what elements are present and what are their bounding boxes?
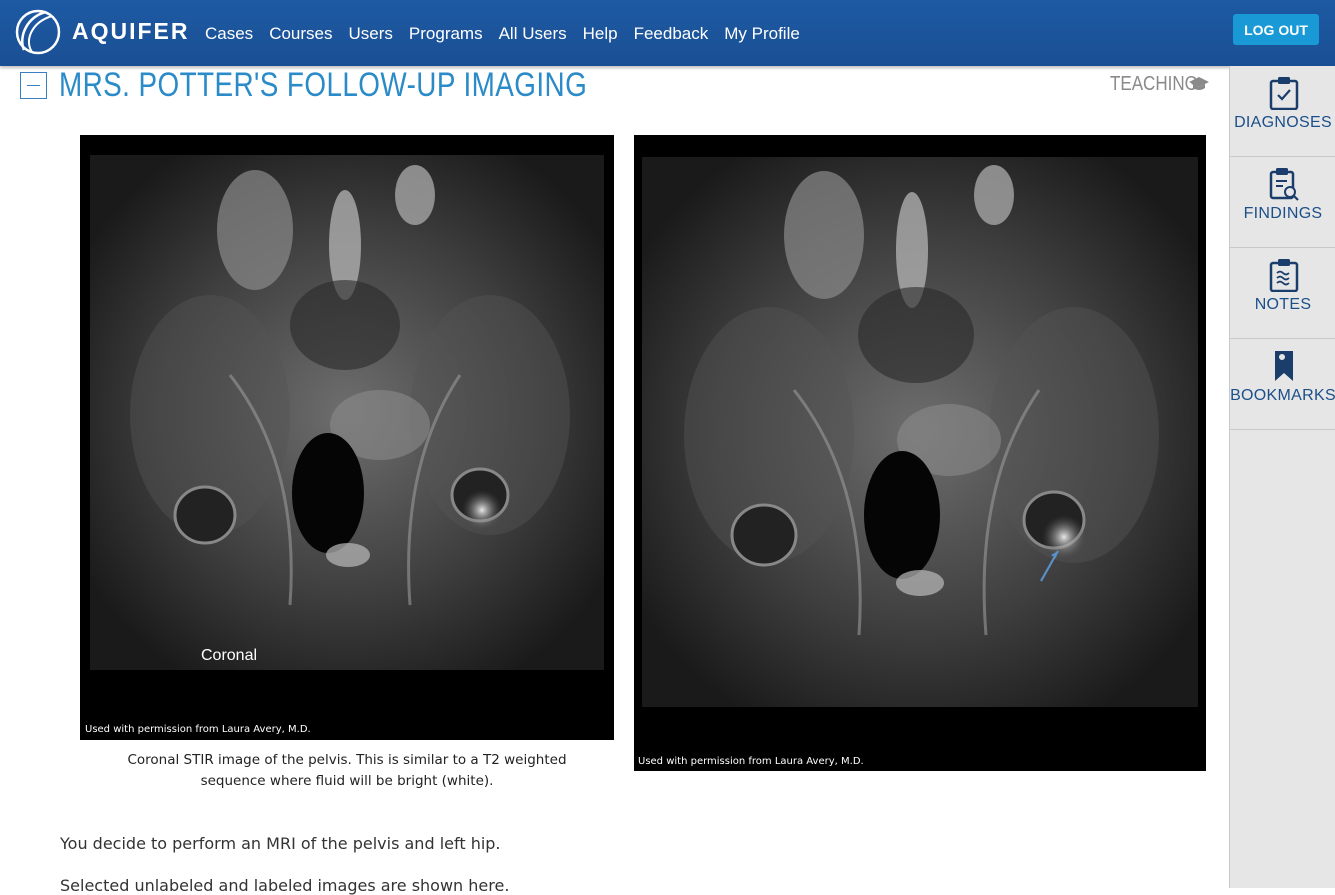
sidebar-item-notes[interactable]: NOTES <box>1230 248 1335 339</box>
top-navbar: AQUIFER Cases Courses Users Programs All… <box>0 0 1335 66</box>
main-nav: Cases Courses Users Programs All Users H… <box>205 24 816 44</box>
sidebar-label-findings: FINDINGS <box>1243 205 1323 222</box>
teaching-badge[interactable]: TEACHING <box>1110 73 1198 96</box>
nav-feedback[interactable]: Feedback <box>634 24 709 44</box>
sidebar-label-notes: NOTES <box>1254 296 1312 313</box>
image-caption: Coronal STIR image of the pelvis. This i… <box>127 752 567 789</box>
nav-all-users[interactable]: All Users <box>499 24 567 44</box>
sidebar-label-bookmarks: BOOKMARKS <box>1230 387 1335 404</box>
aquifer-logo-icon <box>15 9 61 55</box>
image-credit-right: Used with permission from Laura Avery, M… <box>638 756 864 767</box>
sidebar-item-bookmarks[interactable]: BOOKMARKS <box>1230 339 1335 430</box>
nav-cases[interactable]: Cases <box>205 24 253 44</box>
sidebar-item-diagnoses[interactable]: DIAGNOSES <box>1230 66 1335 157</box>
nav-users[interactable]: Users <box>349 24 393 44</box>
nav-programs[interactable]: Programs <box>409 24 483 44</box>
right-sidebar: DIAGNOSES FINDINGS NOTES BOOKMARKS <box>1229 66 1335 888</box>
bookmark-icon <box>1275 351 1293 381</box>
mri-coronal-graphic <box>80 155 614 740</box>
aquifer-logo[interactable]: AQUIFER <box>14 6 188 58</box>
section-title: MRS. POTTER'S FOLLOW-UP IMAGING <box>59 66 588 104</box>
mri-image-labeled[interactable]: Used with permission from Laura Avery, M… <box>634 135 1206 771</box>
image-credit-left: Used with permission from Laura Avery, M… <box>85 724 311 735</box>
clipboard-search-icon <box>1269 168 1299 201</box>
graduation-cap-icon <box>1189 77 1209 90</box>
nav-courses[interactable]: Courses <box>269 24 332 44</box>
mri-labeled-graphic <box>634 157 1206 771</box>
sidebar-item-findings[interactable]: FINDINGS <box>1230 157 1335 248</box>
clipboard-check-icon <box>1269 77 1299 110</box>
nav-help[interactable]: Help <box>583 24 618 44</box>
mri-image-unlabeled[interactable]: Coronal Used with permission from Laura … <box>80 135 614 740</box>
coronal-label: Coronal <box>201 647 258 664</box>
body-paragraph-1: You decide to perform an MRI of the pelv… <box>60 834 501 853</box>
body-paragraph-2: Selected unlabeled and labeled images ar… <box>60 876 510 895</box>
clipboard-notes-icon <box>1269 259 1299 292</box>
brand-name: AQUIFER <box>72 18 190 44</box>
sidebar-label-diagnoses: DIAGNOSES <box>1234 114 1332 131</box>
nav-my-profile[interactable]: My Profile <box>724 24 800 44</box>
collapse-section-button[interactable] <box>20 72 47 99</box>
logout-button[interactable]: LOG OUT <box>1233 14 1319 45</box>
